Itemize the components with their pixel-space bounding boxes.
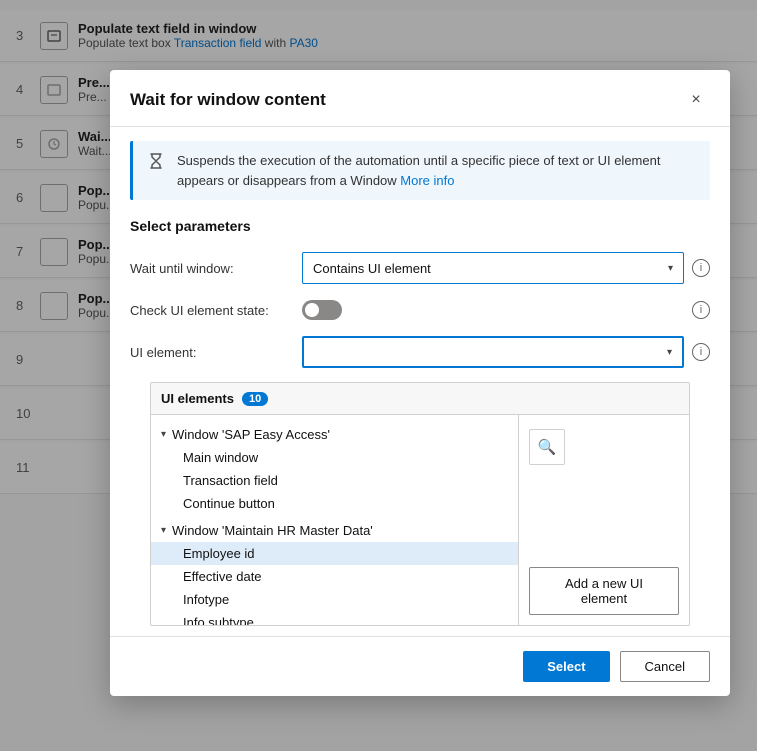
more-info-link[interactable]: More info (400, 173, 454, 188)
ui-elements-body: ▾ Window 'SAP Easy Access' Main window T… (151, 415, 689, 625)
ui-element-info-icon[interactable]: i (692, 343, 710, 361)
tree-item-employee-id[interactable]: Employee id (151, 542, 518, 565)
wait-until-dropdown[interactable]: Contains UI element ▾ (302, 252, 684, 284)
tree-group-header-hr[interactable]: ▾ Window 'Maintain HR Master Data' (151, 519, 518, 542)
wait-until-control: Contains UI element ▾ i (302, 252, 710, 284)
chevron-down-icon-2: ▾ (667, 347, 672, 358)
ui-element-control: ▾ i (302, 336, 710, 368)
check-state-label: Check UI element state: (130, 303, 290, 318)
wait-until-info-icon[interactable]: i (692, 259, 710, 277)
close-button[interactable]: × (682, 86, 710, 114)
info-banner: Suspends the execution of the automation… (130, 141, 710, 200)
tree-item-transaction-field[interactable]: Transaction field (151, 469, 518, 492)
tree-group-sap: ▾ Window 'SAP Easy Access' Main window T… (151, 421, 518, 517)
ui-element-label: UI element: (130, 345, 290, 360)
chevron-down-icon: ▾ (668, 263, 673, 274)
info-text: Suspends the execution of the automation… (177, 151, 696, 190)
check-state-control: i (302, 300, 710, 320)
tree-group-label-sap: Window 'SAP Easy Access' (172, 427, 330, 442)
tree-item-infotype[interactable]: Infotype (151, 588, 518, 611)
select-button[interactable]: Select (523, 651, 609, 682)
chevron-down-icon-4: ▾ (161, 525, 166, 536)
ui-elements-container: UI elements 10 ▾ Window 'SAP Easy Access… (130, 382, 710, 626)
ui-elements-header: UI elements 10 (151, 383, 689, 415)
tree-group-header-sap[interactable]: ▾ Window 'SAP Easy Access' (151, 423, 518, 446)
add-new-ui-element-button[interactable]: Add a new UI element (529, 567, 679, 615)
hourglass-icon (147, 152, 167, 172)
wait-until-label: Wait until window: (130, 261, 290, 276)
tree-group-hr: ▾ Window 'Maintain HR Master Data' Emplo… (151, 517, 518, 625)
section-title: Select parameters (110, 214, 730, 244)
param-row-ui-element: UI element: ▾ i (110, 328, 730, 376)
tree-item-main-window[interactable]: Main window (151, 446, 518, 469)
modal-footer: Select Cancel (110, 636, 730, 696)
modal-dialog: Wait for window content × Suspends the e… (110, 70, 730, 696)
tree-group-label-hr: Window 'Maintain HR Master Data' (172, 523, 373, 538)
param-row-check-state: Check UI element state: i (110, 292, 730, 328)
ui-tree[interactable]: ▾ Window 'SAP Easy Access' Main window T… (151, 415, 519, 625)
tree-item-continue-button[interactable]: Continue button (151, 492, 518, 515)
check-state-toggle[interactable] (302, 300, 342, 320)
wait-until-value: Contains UI element (313, 261, 431, 276)
check-state-info-icon[interactable]: i (692, 301, 710, 319)
ui-elements-label: UI elements (161, 391, 234, 406)
search-button[interactable]: 🔍 (529, 429, 565, 465)
ui-count-badge: 10 (242, 392, 268, 406)
modal-header: Wait for window content × (110, 70, 730, 127)
cancel-button[interactable]: Cancel (620, 651, 710, 682)
tree-item-effective-date[interactable]: Effective date (151, 565, 518, 588)
ui-element-dropdown[interactable]: ▾ (302, 336, 684, 368)
toggle-knob (305, 303, 319, 317)
modal-title: Wait for window content (130, 90, 326, 110)
ui-preview-panel: 🔍 Add a new UI element (519, 415, 689, 625)
chevron-down-icon-3: ▾ (161, 429, 166, 440)
ui-elements-section: UI elements 10 ▾ Window 'SAP Easy Access… (150, 382, 690, 626)
tree-item-info-subtype[interactable]: Info subtype (151, 611, 518, 625)
param-row-wait-until: Wait until window: Contains UI element ▾… (110, 244, 730, 292)
